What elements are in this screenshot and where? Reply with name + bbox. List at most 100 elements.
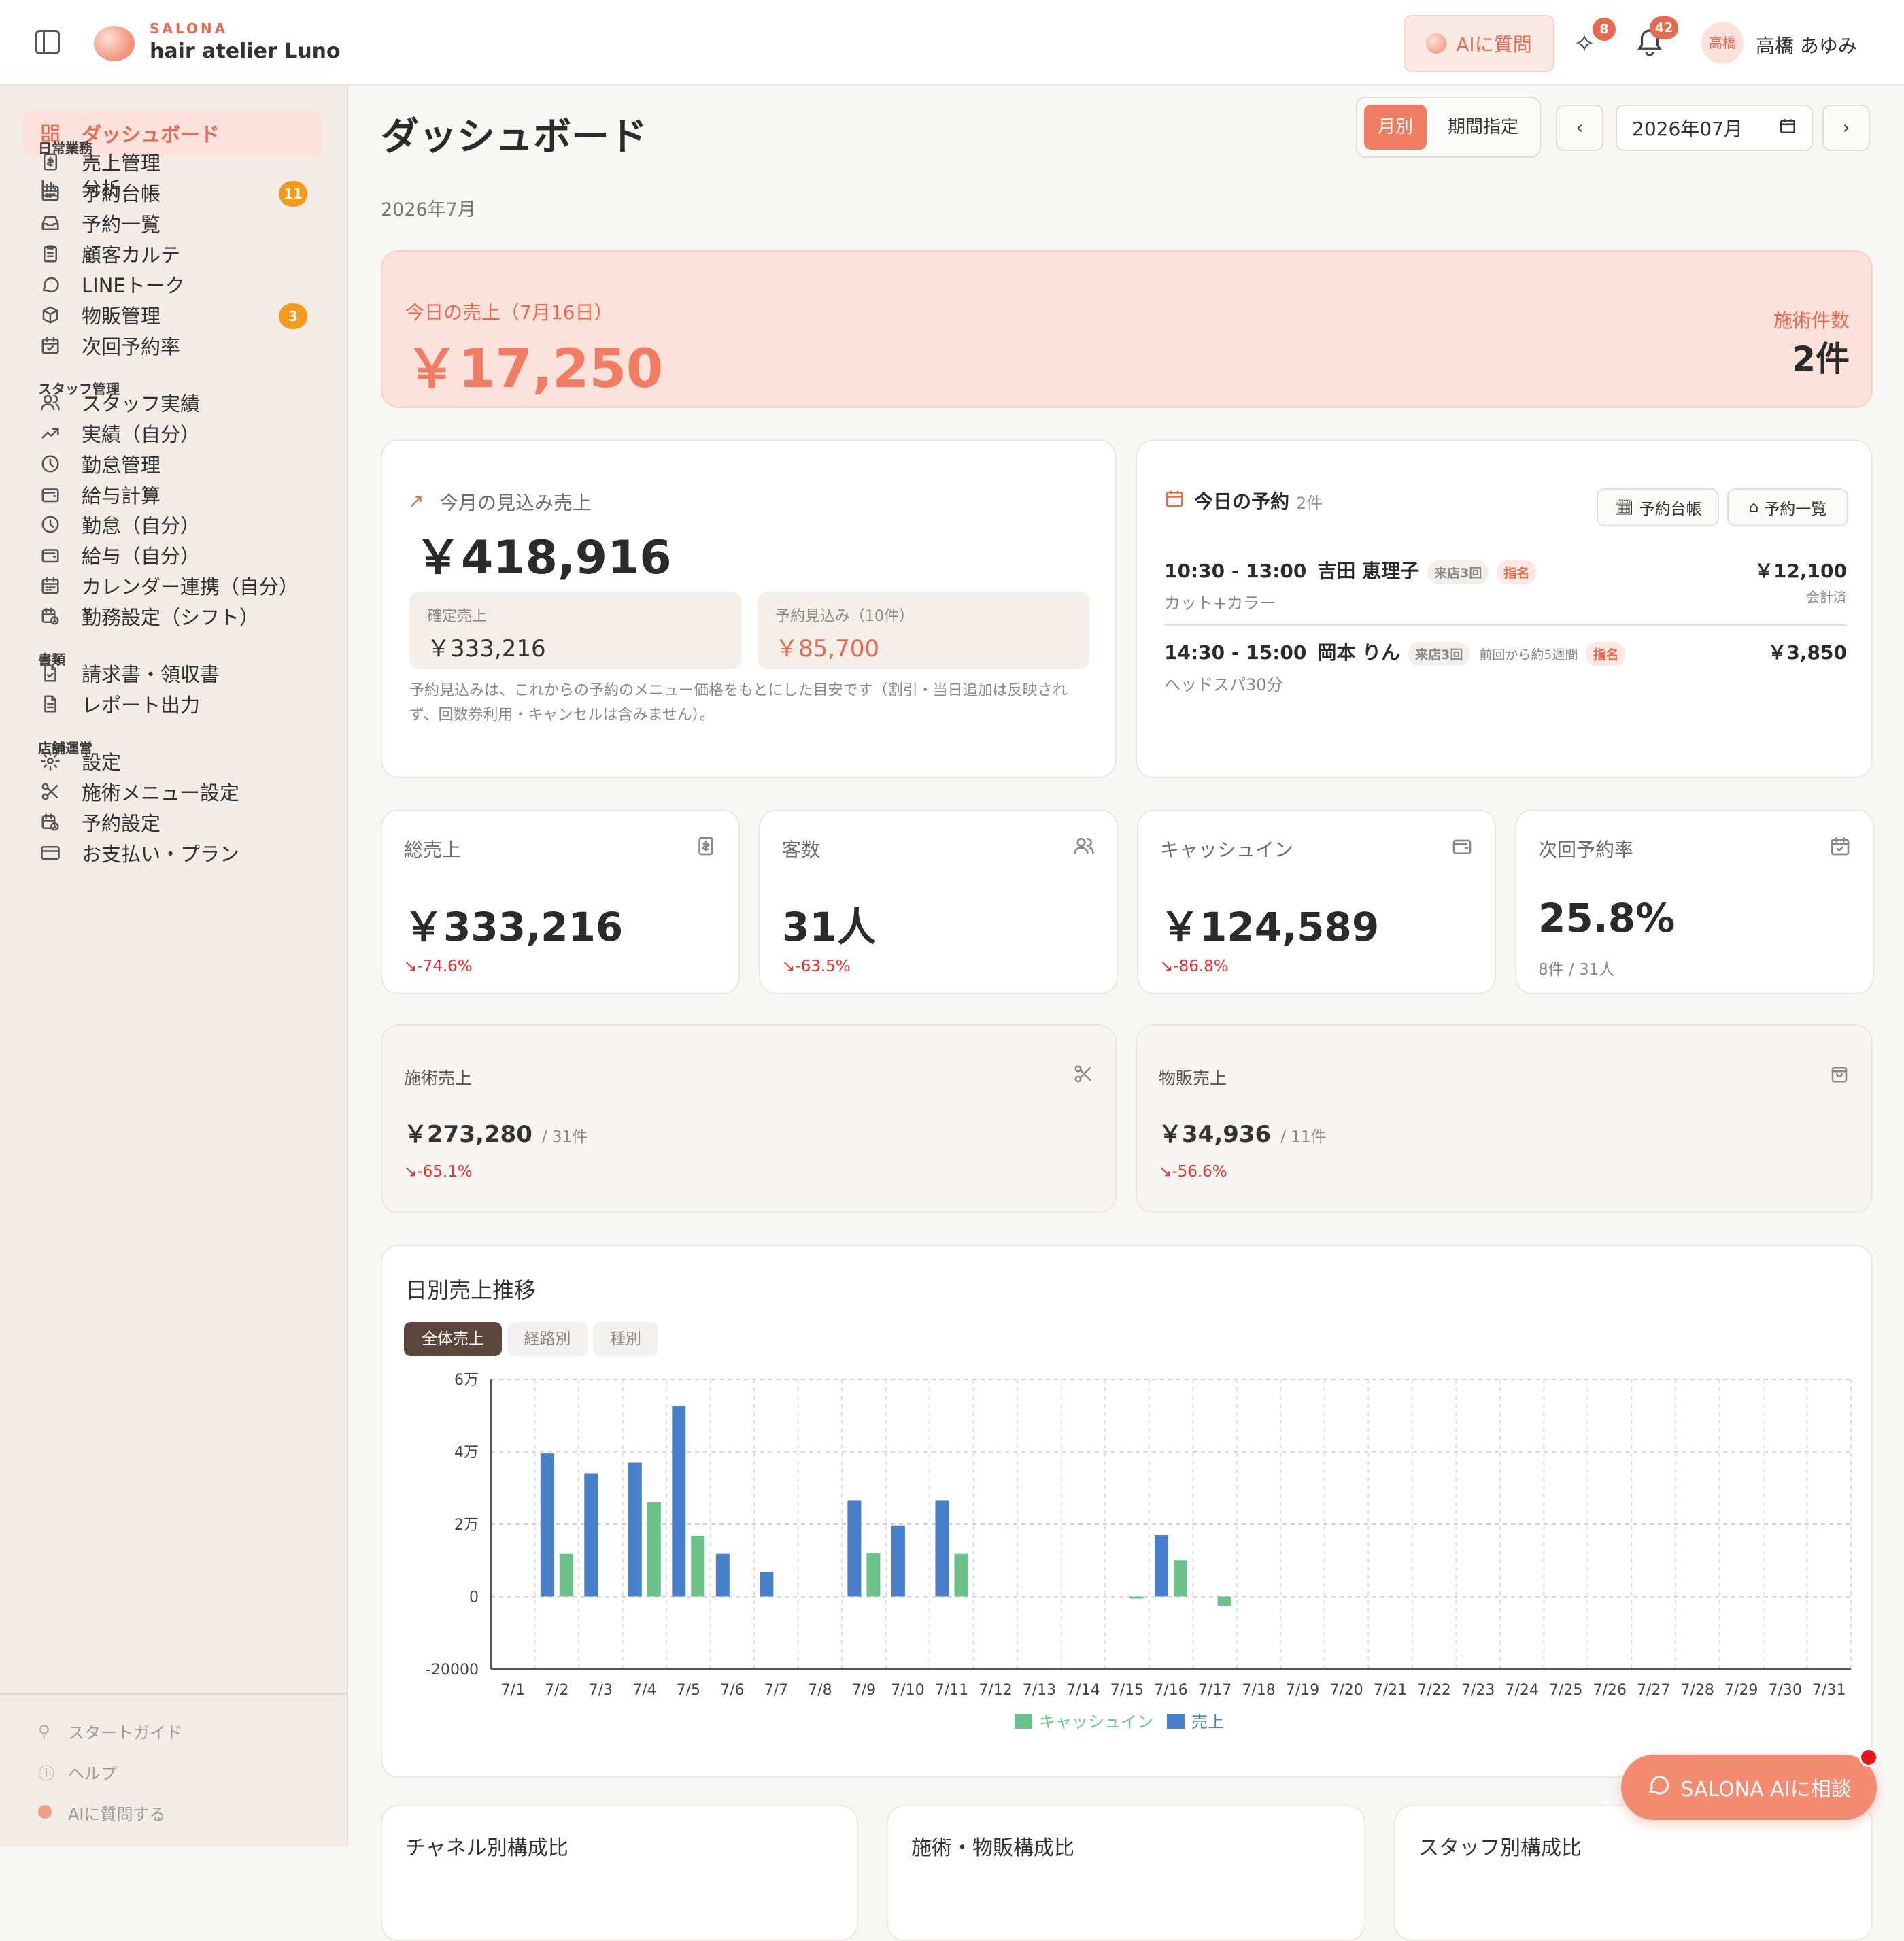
btn-label: 予約一覧 <box>1764 501 1827 518</box>
x-tick-label: 7/24 <box>1505 1682 1538 1699</box>
forecast-amount: ￥418,916 <box>415 531 672 585</box>
kpi-card: 客数 31人 ↘-63.5% <box>759 809 1118 994</box>
calendar-check-icon <box>1829 835 1851 860</box>
expected-amount: ￥85,700 <box>775 635 879 662</box>
brand-name: hair atelier Luno <box>150 39 341 63</box>
footer-label: AIに質問する <box>68 1805 166 1824</box>
x-tick-label: 7/16 <box>1154 1682 1187 1699</box>
prev-month-button[interactable]: ‹ <box>1556 105 1603 151</box>
x-tick-label: 7/27 <box>1637 1682 1670 1699</box>
sub-kpi-label: 物販売上 <box>1159 1068 1227 1088</box>
x-tick-label: 7/4 <box>632 1682 656 1699</box>
reservation-row[interactable]: 14:30 - 15:00 岡本 りん 来店3回 前回から約5週間 指名 ヘッドスパ30分… <box>1164 638 1847 706</box>
reservation-menu: カット+カラー <box>1164 593 1276 613</box>
treatment-count: 2件 <box>1792 339 1850 379</box>
x-tick-label: 7/2 <box>545 1682 568 1699</box>
x-tick-label: 7/26 <box>1593 1682 1626 1699</box>
since-last-visit: 前回から約5週間 <box>1479 647 1578 662</box>
trend-down-icon: ↘ <box>1159 1163 1172 1181</box>
avatar[interactable]: 高橋 <box>1701 22 1744 64</box>
x-tick-label: 7/31 <box>1812 1682 1846 1699</box>
sidebar: ダッシュボード 分析 日常業務 売上管理 予約台帳 11 予約一覧 顧客カルテ LINEトー… <box>0 86 348 1847</box>
kpi-label: キャッシュイン <box>1160 839 1294 861</box>
x-tick-label: 7/1 <box>501 1682 525 1699</box>
card-title: スタッフ別構成比 <box>1418 1836 1582 1860</box>
salona-ai-consult-button[interactable]: SALONA AIに相談 <box>1621 1755 1877 1820</box>
nominated-tag: 指名 <box>1586 641 1626 666</box>
bar-sales <box>584 1473 598 1597</box>
page-title: ダッシュボード <box>381 115 647 159</box>
daily-sales-chart-card: 日別売上推移 全体売上 経路別 種別 6万 4万 2万 0 -20000 7/1 7/2 7/… <box>381 1245 1873 1778</box>
today-sales-amount: ￥17,250 <box>405 339 663 400</box>
month-picker[interactable]: 2026年07月 <box>1616 105 1813 151</box>
sidebar-item-label: 勤務設定（シフト） <box>82 606 260 629</box>
y-tick-label: 4万 <box>454 1445 479 1462</box>
sidebar-item-2-1[interactable]: レポート出力 <box>22 681 322 727</box>
ai-question-button[interactable]: AIに質問 <box>1404 15 1554 72</box>
toggle-range[interactable]: 期間指定 <box>1432 105 1534 150</box>
kpi-label: 次回予約率 <box>1538 839 1634 861</box>
fab-label: SALONA AIに相談 <box>1680 1778 1852 1802</box>
calendar-icon <box>1164 488 1185 511</box>
reservation-time: 10:30 - 13:00 <box>1164 560 1307 582</box>
user-name[interactable]: 高橋 あゆみ <box>1756 31 1857 58</box>
x-tick-label: 7/3 <box>589 1682 613 1699</box>
kpi-value: 25.8% <box>1538 895 1676 941</box>
visit-count-tag: 来店3回 <box>1427 560 1489 584</box>
sidebar-item-1-7[interactable]: 勤務設定（シフト） <box>22 593 322 639</box>
sidebar-item-0-6[interactable]: 次回予約率 <box>22 322 322 369</box>
bar-sales <box>935 1500 949 1597</box>
x-tick-label: 7/18 <box>1242 1682 1275 1699</box>
sidebar-footer-start-guide[interactable]: ⚲ スタートガイド <box>38 1719 182 1743</box>
row-divider <box>1164 624 1847 626</box>
bag-icon <box>1829 1064 1850 1087</box>
sidebar-divider <box>0 1693 347 1695</box>
today-reservations-card: 今日の予約 2件 🗓 予約台帳 ⌂ 予約一覧 10:30 - 13:00 吉田 恵理子… <box>1136 439 1873 778</box>
today-sales-card: 今日の売上（7月16日） ￥17,250 施術件数 2件 <box>381 250 1873 408</box>
next-month-button[interactable]: › <box>1822 105 1870 151</box>
credit-card-icon <box>37 839 64 866</box>
bar-sales <box>628 1462 642 1597</box>
y-tick-label: 2万 <box>454 1517 479 1534</box>
sidebar-item-3-3[interactable]: お支払い・プラン <box>22 830 322 876</box>
sub-kpi-change: ↘-65.1% <box>404 1163 473 1181</box>
bar-cash-in <box>866 1553 881 1597</box>
reservation-ledger-button[interactable]: 🗓 予約台帳 <box>1597 488 1719 526</box>
receipt-icon <box>695 835 717 860</box>
trend-down-icon: ↘ <box>782 958 796 975</box>
reservation-list-button[interactable]: ⌂ 予約一覧 <box>1727 488 1848 526</box>
sidebar-footer-ai[interactable]: AIに質問する <box>38 1801 166 1825</box>
top-header: SALONA hair atelier Luno AIに質問 ✧ 8 42 高橋… <box>0 0 1904 86</box>
sidebar-item-label: レポート出力 <box>82 694 201 717</box>
forecast-label: 今月の見込み売上 <box>439 492 592 514</box>
x-tick-label: 7/6 <box>720 1682 744 1699</box>
treatment-product-ratio-card: 施術・物販構成比 <box>887 1805 1365 1941</box>
file-text-icon <box>37 690 64 718</box>
sidebar-toggle-icon[interactable] <box>35 30 60 54</box>
sub-kpi-value-row: ￥34,936 / 11件 <box>1159 1115 1327 1149</box>
bar-cash-in <box>647 1502 661 1597</box>
bar-cash-in <box>691 1536 705 1597</box>
ai-orb-icon <box>38 1804 58 1823</box>
sidebar-item-label: 次回予約率 <box>82 335 181 358</box>
reservation-menu: ヘッドスパ30分 <box>1164 675 1283 694</box>
card-title: 施術・物販構成比 <box>911 1836 1074 1860</box>
reservation-price: ￥12,100 <box>1754 560 1847 582</box>
x-tick-label: 7/30 <box>1769 1682 1802 1699</box>
toggle-monthly[interactable]: 月別 <box>1364 105 1427 150</box>
sidebar-item-label: お支払い・プラン <box>82 843 240 866</box>
channel-ratio-card: チャネル別構成比 <box>381 1805 858 1941</box>
btn-label: 予約台帳 <box>1639 501 1702 518</box>
trend-icon: ↗ <box>408 490 424 512</box>
reservation-row[interactable]: 10:30 - 13:00 吉田 恵理子 来店3回 指名 カット+カラー ￥12,100 会… <box>1164 556 1847 624</box>
inbox-icon: ⌂ <box>1748 499 1759 516</box>
legend-swatch <box>1015 1714 1032 1729</box>
brand-logo <box>94 26 135 61</box>
calendar-clock-icon <box>37 603 64 630</box>
x-tick-label: 7/22 <box>1417 1682 1450 1699</box>
reservations-title: 今日の予約 <box>1194 490 1290 513</box>
kpi-label: 客数 <box>782 839 821 861</box>
main-content: ダッシュボード 2026年7月 月別 期間指定 ‹ 2026年07月 › 今日の… <box>348 86 1904 1941</box>
sub-kpi-count: / 11件 <box>1280 1128 1327 1146</box>
sidebar-footer-help[interactable]: ⓘ ヘルプ <box>38 1760 117 1784</box>
